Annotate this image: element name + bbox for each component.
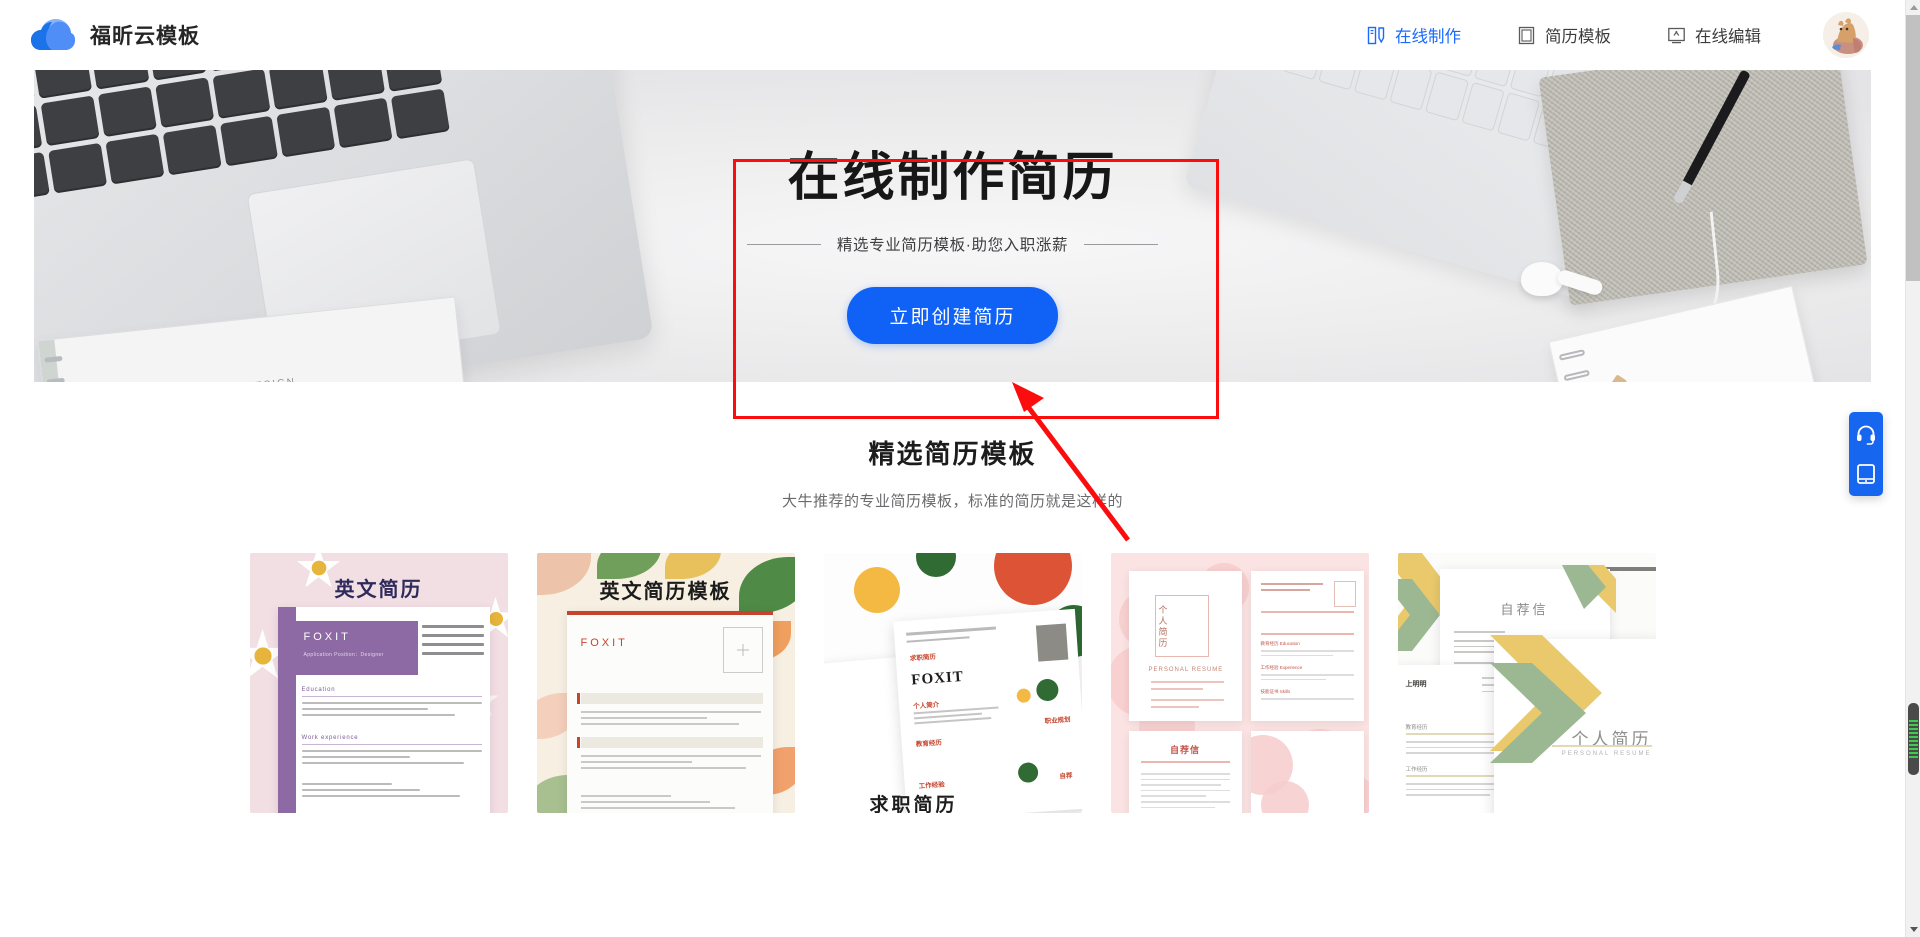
hero-subtitle-row: 精选专业简历模板·助您入职涨薪 <box>711 233 1195 255</box>
resume-section-title: 教育经历 Education <box>1260 641 1300 646</box>
site-header: 福昕云模板 在线制作 简历模板 在线编辑 <box>0 0 1905 70</box>
letter-title: 自荐信 <box>1169 745 1200 755</box>
template-card[interactable]: 求职简历 FOXIT 个人简介 教育经历 工作经验 职业规划 自荐 求职简历 <box>823 553 1082 813</box>
nav-item-online-create[interactable]: 在线制作 <box>1367 23 1461 47</box>
resume-name: FOXIT <box>303 631 351 643</box>
resume-section-title: 教育经历 <box>1405 725 1428 731</box>
resume-preview: FOXIT Application Position：Designer Educ… <box>277 607 490 813</box>
section-subtitle: 大牛推荐的专业简历模板，标准的简历就是这样的 <box>781 493 1123 510</box>
online-create-icon <box>1367 26 1386 45</box>
template-card[interactable]: 英文简历 FOXIT Application Position：Designer… <box>249 553 508 813</box>
resume-page-cover: 个人简历 PERSONAL RESUME <box>1128 571 1242 721</box>
resume-section-title: 工作经验 Experience <box>1260 665 1303 670</box>
resume-page-detail: 教育经历 Education 工作经验 Experience 技能证书 Skil… <box>1250 571 1364 721</box>
scrollbar-track-upper[interactable] <box>1906 15 1920 281</box>
card-heading: 英文简历 <box>334 579 423 601</box>
section-title: 精选简历模板 <box>864 434 1041 475</box>
resume-role: Application Position：Designer <box>303 652 384 658</box>
headset-icon[interactable] <box>1855 423 1877 445</box>
template-card[interactable]: 个人简历 PERSONAL RESUME 教育经历 Education 工作经验… <box>1110 553 1369 813</box>
browser-scrollbar[interactable] <box>1905 0 1920 937</box>
templates-section: 精选简历模板 大牛推荐的专业简历模板，标准的简历就是这样的 英文简历 FOXIT… <box>0 382 1905 813</box>
resume-name: FOXIT <box>580 637 628 649</box>
resume-section-title: 技能证书 Skills <box>1260 689 1291 694</box>
photo-placeholder <box>722 627 763 673</box>
nav-label: 在线编辑 <box>1695 28 1761 46</box>
resume-section-title: 工作经历 <box>1405 767 1428 773</box>
resume-section-title: 工作经验 <box>918 781 945 791</box>
nav-item-resume-template[interactable]: 简历模板 <box>1517 23 1611 47</box>
resume-name: FOXIT <box>910 668 964 689</box>
resume-page-thanks: 期待您的回复！ <box>1250 731 1364 813</box>
resume-template-icon <box>1517 26 1536 45</box>
divider-right <box>1084 243 1159 245</box>
resume-name: 上明明 <box>1405 681 1427 688</box>
card-heading: 英文简历模板 <box>599 581 732 603</box>
resume-preview: 求职简历 FOXIT 个人简介 教育经历 工作经验 职业规划 自荐 <box>892 608 1082 813</box>
resume-section-title: 自荐 <box>1058 772 1073 781</box>
online-edit-icon <box>1667 26 1686 45</box>
hero-content: 在线制作简历 精选专业简历模板·助您入职涨薪 立即创建简历 <box>711 114 1195 374</box>
template-card[interactable]: 英文简历模板 FOXIT <box>536 553 795 813</box>
page-root: 福昕云模板 在线制作 简历模板 在线编辑 在线制作简历 精选专业简历模板·助您入… <box>0 0 1905 937</box>
chevron-up-icon[interactable] <box>1906 0 1920 15</box>
resume-section-title: Education <box>301 687 336 693</box>
resume-cover-page: 个人简历 PERSONAL RESUME <box>1489 635 1656 813</box>
hero-banner: YOUR DESIGN 在线制作简历 精选专 <box>34 70 1871 382</box>
nav-item-online-edit[interactable]: 在线编辑 <box>1667 23 1761 47</box>
cover-title: 个人简历 <box>1157 605 1168 649</box>
section-title-wrap: 精选简历模板 <box>0 434 1905 475</box>
brand-logo[interactable]: 福昕云模板 <box>30 18 200 52</box>
divider-left <box>746 243 821 245</box>
resume-title: 求职简历 <box>909 653 936 663</box>
cover-title-en: PERSONAL RESUME <box>1148 667 1224 673</box>
resume-section-title: 教育经历 <box>915 739 942 749</box>
hero-title: 在线制作简历 <box>787 149 1118 207</box>
cover-title-en: PERSONAL RESUME <box>1561 751 1652 757</box>
chevron-down-icon[interactable] <box>1906 922 1920 937</box>
resume-section-title: 个人简介 <box>912 701 939 711</box>
template-card[interactable]: 自荐信 上明明 教育经历 工作经历 个人简历 PERSONAL RESUME <box>1397 553 1656 813</box>
hero-subtitle: 精选专业简历模板·助您入职涨薪 <box>836 237 1069 255</box>
nav-label: 在线制作 <box>1395 28 1461 46</box>
notebook-label: YOUR DESIGN <box>204 377 297 382</box>
create-resume-button[interactable]: 立即创建简历 <box>847 287 1058 345</box>
nav-label: 简历模板 <box>1545 28 1611 46</box>
resume-page-letter: 自荐信 <box>1128 731 1242 813</box>
template-card-list: 英文简历 FOXIT Application Position：Designer… <box>0 553 1905 813</box>
mobile-device-icon[interactable] <box>1855 463 1877 485</box>
main-nav: 在线制作 简历模板 在线编辑 <box>1311 12 1869 58</box>
resume-preview: FOXIT <box>566 611 773 813</box>
avatar[interactable] <box>1823 12 1869 58</box>
brand-name: 福昕云模板 <box>90 25 200 48</box>
resume-section-title: Work experience <box>301 735 359 741</box>
scrollbar-thumb[interactable] <box>1908 703 1919 775</box>
floating-side-dock <box>1849 412 1883 496</box>
resume-section-title: 职业规划 <box>1043 716 1071 726</box>
card-heading: 求职简历 <box>869 795 958 813</box>
cloud-icon <box>30 18 76 52</box>
